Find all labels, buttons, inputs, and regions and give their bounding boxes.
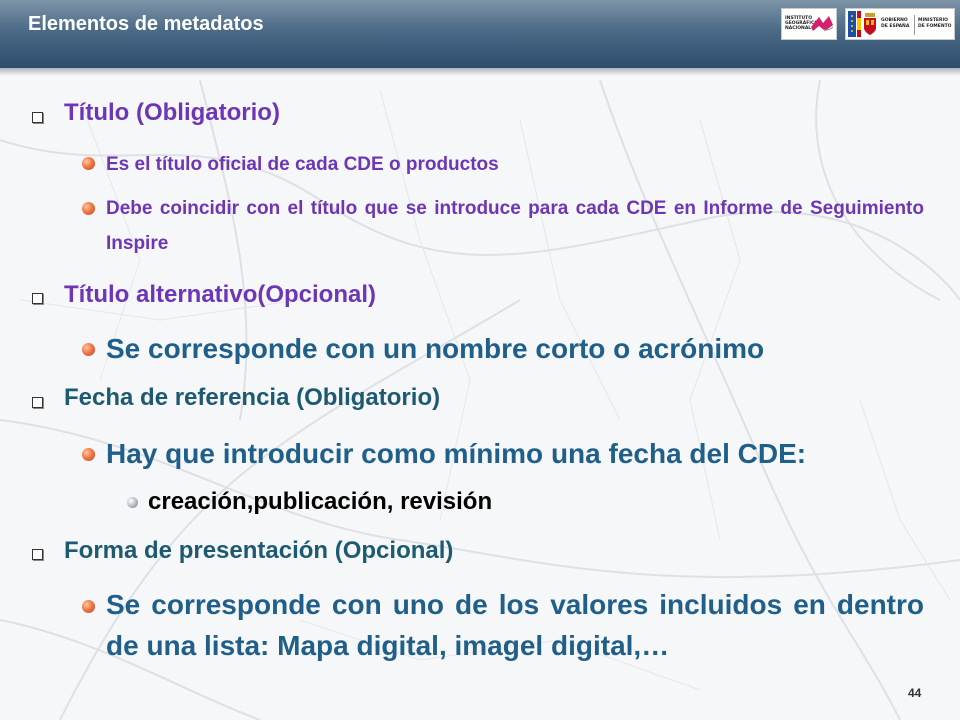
heading-titulo-alternativo: Título alternativo(Opcional) — [64, 281, 377, 308]
slide-body: Título (Obligatorio) Es el título oficia… — [0, 0, 960, 720]
bullet-titulo-coincidir: Debe coincidir con el título que se intr… — [106, 198, 924, 254]
orange-bullet-icon — [82, 448, 95, 461]
orange-bullet-icon — [82, 157, 95, 170]
orange-bullet-icon — [82, 600, 95, 613]
bullet-nombre-corto: Se corresponde con un nombre corto o acr… — [106, 333, 765, 364]
square-bullet-icon — [32, 293, 43, 304]
orange-bullet-icon — [82, 343, 95, 356]
page-number: 44 — [908, 686, 922, 700]
bullet-fecha-cde: Hay que introducir como mínimo una fecha… — [106, 438, 807, 469]
heading-fecha-referencia: Fecha de referencia (Obligatorio) — [64, 384, 441, 411]
subbullet-fechas: creación,publicación, revisión — [148, 488, 493, 515]
heading-titulo: Título (Obligatorio) — [64, 99, 280, 126]
square-bullet-icon — [32, 397, 43, 408]
bullet-titulo-oficial: Es el título oficial de cada CDE o produ… — [106, 154, 499, 175]
square-bullet-icon — [32, 549, 43, 560]
square-bullet-icon — [32, 112, 43, 123]
orange-bullet-icon — [82, 202, 95, 215]
gray-bullet-icon — [127, 497, 138, 508]
heading-forma-presentacion: Forma de presentación (Opcional) — [64, 537, 454, 564]
bullet-lista-valores: Se corresponde con uno de los valores in… — [106, 589, 924, 661]
